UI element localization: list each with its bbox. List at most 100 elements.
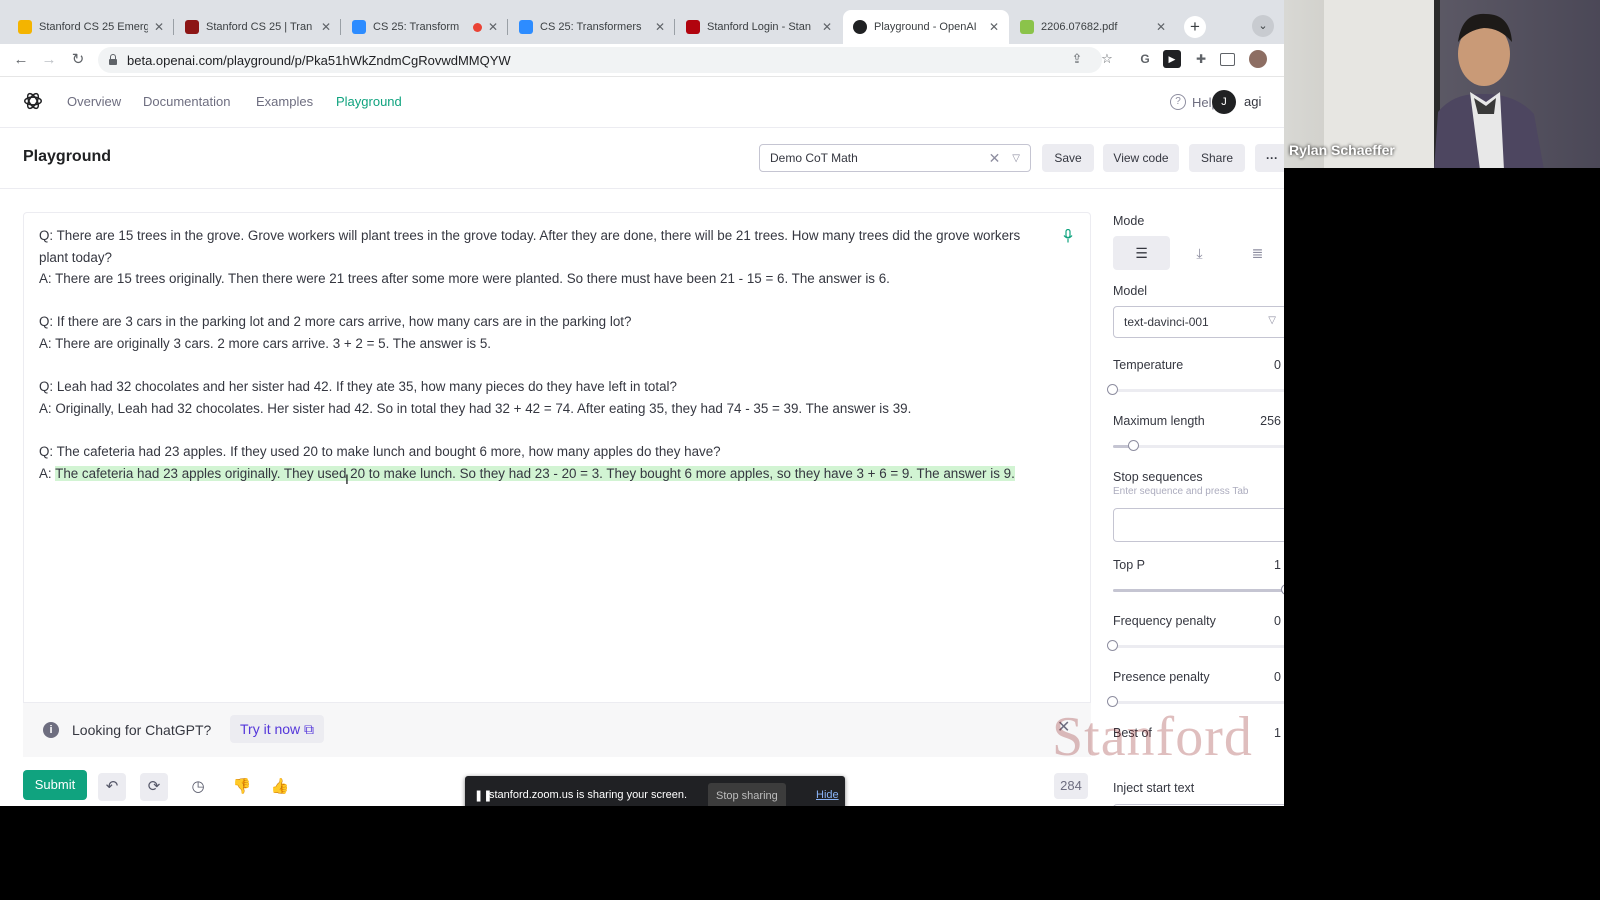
lock-icon [109,54,117,65]
mode-edit-icon[interactable]: ≣ [1229,236,1284,270]
extensions-puzzle-icon[interactable]: ✚ [1192,50,1210,68]
presence-penalty-slider[interactable] [1107,696,1284,707]
microphone-icon[interactable] [1063,229,1073,243]
back-icon[interactable]: ← [10,49,32,71]
tab-favicon [519,20,533,34]
preset-value: Demo CoT Math [770,151,858,165]
prompt-line: Q: If there are 3 cars in the parking lo… [39,314,632,330]
inject-start-field[interactable]: ✓ [1113,804,1284,806]
chevron-down-icon: ▽ [1268,315,1276,326]
top-p-slider[interactable] [1113,584,1284,595]
max-length-value[interactable]: 256 [1260,414,1281,428]
slider-handle[interactable] [1107,384,1118,395]
submit-button[interactable]: Submit [23,770,87,800]
regenerate-icon[interactable]: ⟳ [140,773,168,801]
presence-penalty-value[interactable]: 0 [1274,670,1281,684]
mode-complete-icon[interactable]: ☰ [1113,236,1170,270]
browser-tab[interactable]: Stanford Login - Stan ✕ [676,10,842,44]
frequency-penalty-value[interactable]: 0 [1274,614,1281,628]
external-link-icon: ⧉ [304,721,315,737]
tab-strip: Stanford CS 25 Emerg ✕ Stanford CS 25 | … [0,0,1284,44]
profile-avatar-icon[interactable] [1249,50,1267,68]
temperature-slider[interactable] [1107,384,1284,395]
prompt-text[interactable]: Q: There are 15 trees in the grove. Grov… [39,225,1039,484]
prompt-line: Q: Leah had 32 chocolates and her sister… [39,379,677,395]
tab-title: 2206.07682.pdf [1041,21,1118,33]
chevron-down-icon: ▽ [1012,152,1020,164]
frequency-penalty-slider[interactable] [1107,640,1284,651]
slider-handle[interactable] [1127,440,1139,451]
share-page-icon[interactable]: ⇪ [1067,49,1087,69]
bookmark-star-icon[interactable]: ☆ [1097,49,1117,69]
address-bar[interactable]: beta.openai.com/playground/p/Pka51hWkZnd… [98,47,1102,73]
max-length-slider[interactable] [1113,440,1284,451]
thumbs-down-icon[interactable]: 👎 [228,773,256,801]
google-extension-icon[interactable]: G [1136,50,1154,68]
browser-tab[interactable]: CS 25: Transform ✕ [342,10,508,44]
browser-menu-icon[interactable]: ⋮ [1277,50,1284,68]
view-code-button[interactable]: View code [1103,144,1179,172]
browser-tab[interactable]: CS 25: Transformers ✕ [509,10,675,44]
close-tab-icon[interactable]: ✕ [321,20,331,34]
try-it-now-link[interactable]: Try it now ⧉ [230,715,325,743]
completion-prefix: A: [39,465,56,481]
preset-select[interactable]: Demo CoT Math ✕ ▽ [759,144,1031,172]
save-button[interactable]: Save [1042,144,1094,172]
prompt-line: A: Originally, Leah had 32 chocolates. H… [39,400,912,416]
browser-tab[interactable]: Stanford CS 25 | Tran ✕ [175,10,341,44]
tab-favicon [352,20,366,34]
share-button[interactable]: Share [1189,144,1245,172]
browser-window: Stanford CS 25 Emerg ✕ Stanford CS 25 | … [0,0,1284,806]
play-extension-icon[interactable]: ▶ [1163,50,1181,68]
close-tab-icon[interactable]: ✕ [822,20,832,34]
info-icon: i [43,722,59,738]
close-tab-icon[interactable]: ✕ [989,20,999,34]
close-tab-icon[interactable]: ✕ [154,20,164,34]
top-p-label: Top P [1113,558,1145,572]
url-text: beta.openai.com/playground/p/Pka51hWkZnd… [127,52,511,68]
tab-title: Playground - OpenAI [874,21,977,33]
clear-preset-icon[interactable]: ✕ [989,150,1001,167]
tab-title: CS 25: Transform [373,21,460,33]
stop-sequences-hint: Enter sequence and press Tab [1113,486,1249,497]
prompt-editor[interactable]: Q: There are 15 trees in the grove. Grov… [23,212,1091,756]
recording-icon [472,22,482,32]
nav-documentation[interactable]: Documentation [143,94,230,109]
stop-sharing-button[interactable]: Stop sharing [708,783,786,806]
browser-tab[interactable]: Stanford CS 25 Emerg ✕ [8,10,174,44]
text-cursor-icon: I [345,471,349,487]
stop-sequences-input[interactable] [1113,508,1284,542]
new-tab-icon[interactable]: + [1184,16,1206,38]
more-options-button[interactable]: ··· [1255,144,1284,172]
tab-favicon [185,20,199,34]
model-select[interactable]: text-davinci-001 ▽ [1113,306,1284,338]
close-tab-icon[interactable]: ✕ [655,20,665,34]
org-name[interactable]: agi [1244,94,1261,109]
openai-logo-icon[interactable] [22,90,44,112]
close-tab-icon[interactable]: ✕ [1156,20,1166,34]
tab-title: CS 25: Transformers [540,21,642,33]
nav-overview[interactable]: Overview [67,94,121,109]
temperature-value[interactable]: 0 [1274,358,1281,372]
side-panel-icon[interactable] [1220,53,1235,66]
slider-handle[interactable] [1281,584,1284,595]
forward-icon[interactable]: → [38,49,60,71]
history-icon[interactable]: ◷ [184,773,212,801]
thumbs-up-icon[interactable]: 👍 [266,773,294,801]
close-tab-icon[interactable]: ✕ [488,20,498,34]
undo-icon[interactable]: ↶ [98,773,126,801]
browser-tab[interactable]: 2206.07682.pdf ✕ [1010,10,1176,44]
max-length-label: Maximum length [1113,414,1205,428]
slider-handle[interactable] [1107,640,1118,651]
speaker-webcam: Rylan Schaeffer [1284,0,1600,168]
tab-search-icon[interactable]: ⌄ [1252,15,1274,37]
hide-link[interactable]: Hide [816,789,839,801]
mode-insert-icon[interactable]: ⤓ [1171,236,1228,270]
avatar[interactable]: J [1212,90,1236,114]
nav-playground[interactable]: Playground [336,94,402,109]
browser-tab-active[interactable]: Playground - OpenAI ✕ [843,10,1009,44]
reload-icon[interactable]: ↻ [67,49,89,71]
top-p-value[interactable]: 1 [1274,558,1281,572]
nav-examples[interactable]: Examples [256,94,313,109]
best-of-value[interactable]: 1 [1274,726,1281,740]
